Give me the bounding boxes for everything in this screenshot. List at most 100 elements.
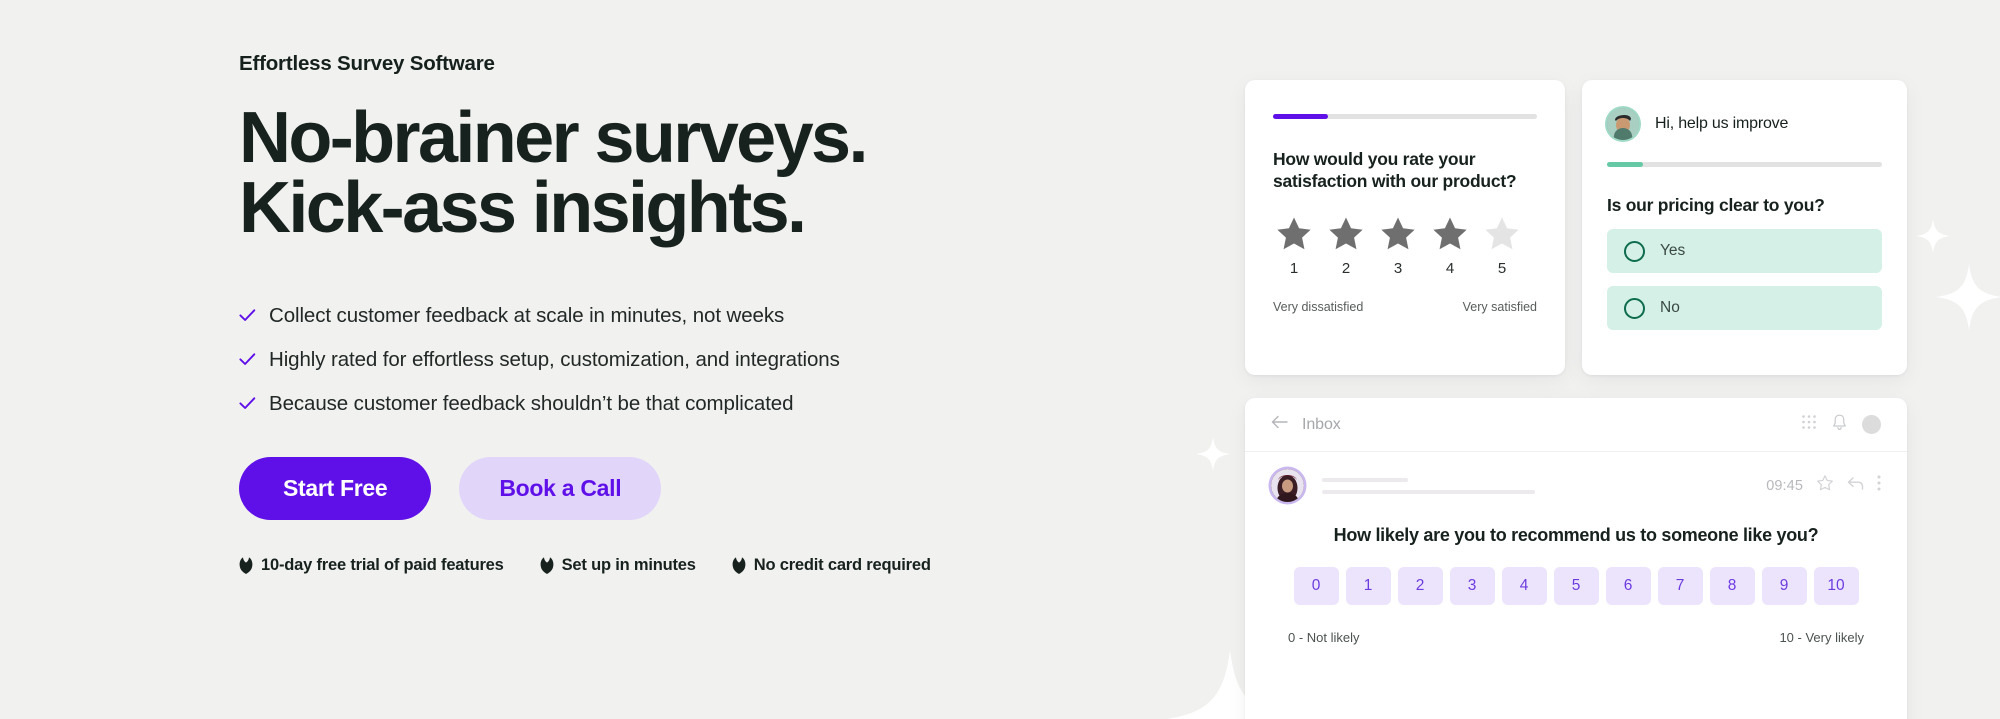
trust-badge: 10-day free trial of paid features <box>239 556 504 575</box>
tulip-icon <box>239 557 253 574</box>
greeting-text: Hi, help us improve <box>1655 115 1789 132</box>
nps-scale: 0 1 2 3 4 5 6 7 8 9 10 <box>1245 567 1907 605</box>
answer-option-label: No <box>1660 299 1680 316</box>
headline-line-2: Kick-ass insights. <box>239 168 807 249</box>
survey-progress-bar <box>1607 162 1882 167</box>
trust-badge-label: No credit card required <box>753 555 931 574</box>
nps-anchors: 0 - Not likely 10 - Very likely <box>1288 630 1864 645</box>
nps-option-10[interactable]: 10 <box>1813 567 1859 605</box>
sender-avatar <box>1271 469 1304 502</box>
star-empty-icon <box>1485 217 1519 249</box>
inbox-back-control[interactable]: Inbox <box>1271 415 1341 434</box>
account-avatar-icon[interactable] <box>1862 415 1881 434</box>
survey-progress-fill <box>1273 114 1329 119</box>
answer-option-no[interactable]: No <box>1607 286 1882 330</box>
nps-anchor-low: 0 - Not likely <box>1288 630 1360 645</box>
list-item: Because customer feedback shouldn’t be t… <box>239 382 1099 426</box>
star-rating-option[interactable]: 5 <box>1481 215 1523 277</box>
star-label: 3 <box>1393 259 1403 277</box>
nps-option-5[interactable]: 5 <box>1553 567 1599 605</box>
nps-option-6[interactable]: 6 <box>1605 567 1651 605</box>
page-title: No-brainer surveys. Kick-ass insights. <box>239 102 1099 249</box>
sparkle-icon <box>1196 437 1230 471</box>
nps-option-8[interactable]: 8 <box>1709 567 1755 605</box>
anchor-low: Very dissatisfied <box>1273 299 1364 314</box>
answer-option-yes[interactable]: Yes <box>1607 229 1882 273</box>
benefit-text: Collect customer feedback at scale in mi… <box>269 303 785 327</box>
arrow-left-icon[interactable] <box>1271 415 1288 434</box>
hero-copy: Effortless Survey Software No-brainer su… <box>239 52 1099 575</box>
star-rating-option[interactable]: 1 <box>1273 215 1315 277</box>
trust-badge: Set up in minutes <box>540 556 696 575</box>
nps-option-0[interactable]: 0 <box>1293 567 1339 605</box>
nps-inbox-card: Inbox 09:45 How likely are you to recomm… <box>1245 398 1907 719</box>
survey-cards-cluster: How would you rate your satisfaction wit… <box>1245 80 1925 719</box>
survey-progress-bar <box>1273 114 1537 119</box>
star-card-question: How would you rate your satisfaction wit… <box>1273 149 1517 192</box>
eyebrow-text: Effortless Survey Software <box>239 52 495 75</box>
star-filled-icon <box>1329 217 1363 249</box>
tulip-icon <box>732 557 746 574</box>
greeting-row: Hi, help us improve <box>1607 108 1882 140</box>
check-icon <box>239 309 269 322</box>
grid-dots-icon[interactable] <box>1801 414 1817 435</box>
trust-badge-label: 10-day free trial of paid features <box>261 555 504 574</box>
headline-line-1: No-brainer surveys. <box>239 97 868 178</box>
radio-icon <box>1624 240 1645 262</box>
book-a-call-button[interactable]: Book a Call <box>459 456 662 520</box>
start-free-button[interactable]: Start Free <box>239 456 432 520</box>
hero-section: Effortless Survey Software No-brainer su… <box>0 0 2000 719</box>
inbox-header: Inbox <box>1245 398 1907 452</box>
reply-arrow-icon[interactable] <box>1847 476 1864 496</box>
benefit-text: Highly rated for effortless setup, custo… <box>269 347 840 371</box>
nps-option-7[interactable]: 7 <box>1657 567 1703 605</box>
message-actions: 09:45 <box>1766 474 1881 497</box>
star-label: 1 <box>1289 259 1299 277</box>
star-rating-scale: 1 2 3 4 5 <box>1273 215 1537 277</box>
check-icon <box>239 397 269 410</box>
cta-row: Start Free Book a Call <box>239 456 1099 520</box>
message-row: 09:45 <box>1245 452 1907 502</box>
kebab-menu-icon[interactable] <box>1877 475 1881 496</box>
nps-anchor-high: 10 - Very likely <box>1779 630 1864 645</box>
nps-option-1[interactable]: 1 <box>1345 567 1391 605</box>
star-scale-anchors: Very dissatisfied Very satisfied <box>1273 300 1537 314</box>
avatar <box>1607 108 1639 140</box>
radio-icon <box>1624 297 1645 319</box>
star-label: 4 <box>1445 259 1455 277</box>
nps-question: How likely are you to recommend us to so… <box>1333 525 1819 545</box>
message-timestamp: 09:45 <box>1766 477 1803 494</box>
survey-progress-fill <box>1607 162 1643 167</box>
benefit-text: Because customer feedback shouldn’t be t… <box>269 391 794 415</box>
star-filled-icon <box>1433 217 1467 249</box>
star-rating-option[interactable]: 2 <box>1325 215 1367 277</box>
star-label: 5 <box>1497 259 1507 277</box>
check-icon <box>239 353 269 366</box>
message-preview-placeholder <box>1322 477 1535 494</box>
star-rating-option[interactable]: 3 <box>1377 215 1419 277</box>
list-item: Collect customer feedback at scale in mi… <box>239 294 1099 338</box>
pricing-question: Is our pricing clear to you? <box>1607 195 1825 215</box>
list-item: Highly rated for effortless setup, custo… <box>239 338 1099 382</box>
trust-badge-label: Set up in minutes <box>561 555 696 574</box>
nps-option-3[interactable]: 3 <box>1449 567 1495 605</box>
tulip-icon <box>540 557 554 574</box>
trust-badge: No credit card required <box>732 556 931 575</box>
star-outline-icon[interactable] <box>1816 474 1834 497</box>
star-filled-icon <box>1277 217 1311 249</box>
inbox-header-actions <box>1801 414 1881 436</box>
nps-option-9[interactable]: 9 <box>1761 567 1807 605</box>
star-rating-card: How would you rate your satisfaction wit… <box>1245 80 1565 375</box>
sparkle-icon <box>1936 264 2000 330</box>
star-filled-icon <box>1381 217 1415 249</box>
star-label: 2 <box>1341 259 1351 277</box>
nps-option-2[interactable]: 2 <box>1397 567 1443 605</box>
anchor-high: Very satisfied <box>1462 299 1537 314</box>
bell-icon[interactable] <box>1832 414 1847 436</box>
nps-option-4[interactable]: 4 <box>1501 567 1547 605</box>
star-rating-option[interactable]: 4 <box>1429 215 1471 277</box>
answer-option-label: Yes <box>1660 242 1686 259</box>
inbox-label: Inbox <box>1302 415 1341 433</box>
benefit-list: Collect customer feedback at scale in mi… <box>239 294 1099 426</box>
trust-badges: 10-day free trial of paid features Set u… <box>239 556 1099 575</box>
